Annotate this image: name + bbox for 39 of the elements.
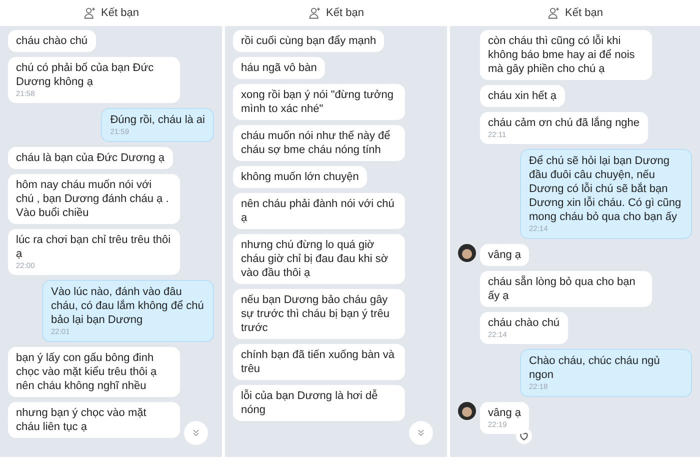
message-text: Vào lúc nào, đánh vào đâu cháu, có đau lắm không để chú bảo lại bạn Dương bbox=[51, 285, 205, 327]
message-text: Chào cháu, chúc cháu ngủ ngon bbox=[529, 354, 661, 382]
message-text: cháu muốn nói như thế này để cháu sợ bme cháu nóng tính bbox=[241, 129, 392, 157]
add-friend-icon bbox=[83, 6, 98, 20]
message-text: cháu sẵn lòng bỏ qua cho bạn ấy ạ bbox=[488, 275, 636, 303]
add-friend-icon bbox=[547, 6, 562, 20]
message-text: háu ngã vô bàn bbox=[241, 61, 317, 75]
add-friend-button[interactable]: Kết bạn bbox=[83, 4, 139, 22]
double-chevron-icon bbox=[191, 428, 201, 438]
add-friend-button[interactable]: Kết bạn bbox=[308, 4, 364, 22]
message-text: vâng ạ bbox=[488, 248, 522, 262]
message-text: nếu bạn Dương bảo cháu gây sự trước thì cháu bị bạn ý trêu trước bbox=[241, 293, 391, 335]
message-text: còn cháu thì cũng có lỗi khi không báo bme hay ai để nois mà gây phiền cho chú ạ bbox=[488, 34, 636, 76]
add-friend-icon bbox=[308, 6, 322, 20]
message-text: cháu cảm ơn chú đã lắng nghe bbox=[488, 116, 640, 130]
heart-icon bbox=[519, 431, 529, 441]
scroll-down-button[interactable] bbox=[409, 421, 433, 445]
message-text: cháu chào chú bbox=[16, 34, 88, 48]
message-text: cháu xin hết ạ bbox=[488, 89, 556, 103]
message-text: Đúng rồi, cháu là ai bbox=[110, 113, 205, 127]
message-text: rồi cuối cùng bạn đẩy mạnh bbox=[241, 34, 376, 48]
message-text: nhưng bạn ý chọc vào mặt cháu liên tục ạ bbox=[16, 406, 148, 434]
message-text: nên cháu phải đành nói với chú ạ bbox=[241, 197, 396, 225]
message-text: cháu là bạn của Đức Dương ạ bbox=[16, 151, 165, 165]
message-text: chú có phải bố của bạn Đức Dương không ạ bbox=[16, 61, 155, 89]
message-text: hôm nay cháu muốn nói với chú , bạn Dương đánh cháu ạ . Vào buổi chiều bbox=[16, 178, 170, 220]
scroll-down-button[interactable] bbox=[184, 421, 208, 445]
message-text: không muốn lớn chuyện bbox=[241, 170, 359, 184]
message-text: lúc ra chơi bạn chỉ trêu trêu thôi ạ bbox=[16, 233, 172, 261]
message-text: lỗi của bạn Dương là hơi dễ nóng bbox=[241, 389, 379, 417]
message-text: nhưng chú đừng lo quá giờ cháu giờ chỉ bị đau đau khi sờ vào đầu thôi ạ bbox=[241, 238, 390, 280]
message-text: bạn ý lấy con gấu bông đinh chọc vào mặt kiểu trêu thôi ạ nên cháu không nghĩ nhều bbox=[16, 351, 158, 393]
message-text: cháu chào chú bbox=[488, 316, 560, 330]
add-friend-button[interactable]: Kết bạn bbox=[547, 4, 603, 22]
message-text: chính bạn đã tiến xuống bàn và trêu bbox=[241, 348, 396, 376]
message-text: xong rồi bạn ý nói "đừng tưởng mình to xác nhé" bbox=[241, 88, 394, 116]
message-text: Để chú sẽ hỏi lại bạn Dương đầu đuôi câu chuyện, nếu Dương có lỗi chú sẽ bắt bạn Dương xin lỗi cháu. Có gì cũng mong cháu bỏ qua cho bạn ấy bbox=[529, 154, 682, 224]
double-chevron-icon bbox=[416, 428, 426, 438]
message-text: vâng ạ bbox=[488, 406, 522, 420]
